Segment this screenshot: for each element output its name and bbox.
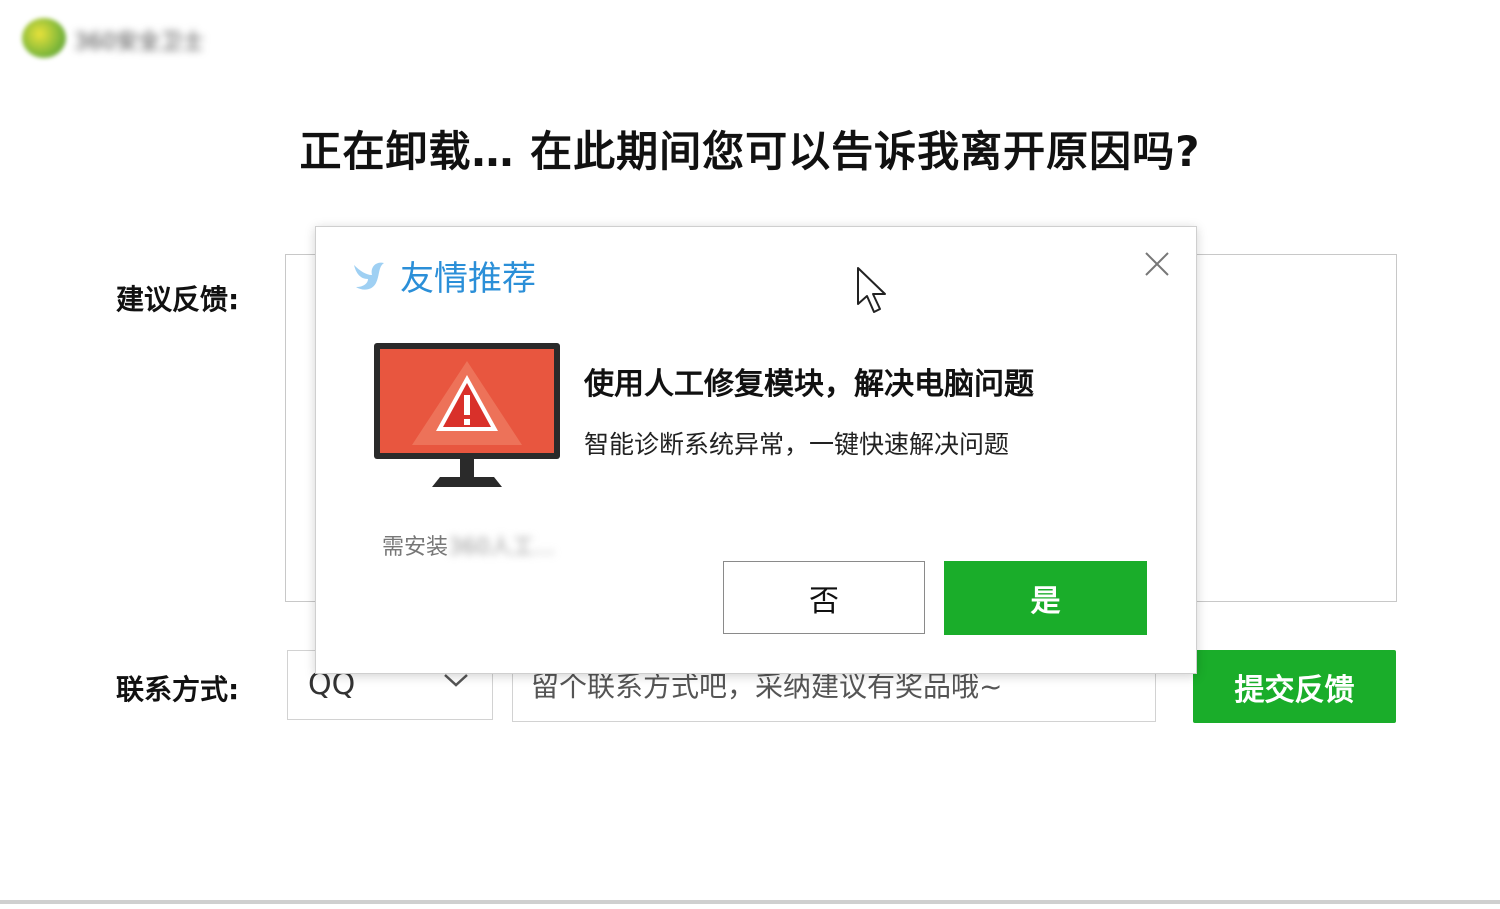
recommend-dialog: 友情推荐 使用人工修复模块，解决电脑问题 智能诊断系统异常，一键快速解决问题 需… xyxy=(315,226,1197,674)
warning-monitor-icon xyxy=(374,343,560,487)
submit-feedback-button[interactable]: 提交反馈 xyxy=(1193,650,1396,723)
no-button[interactable]: 否 xyxy=(723,561,925,634)
page-headline: 正在卸载… 在此期间您可以告诉我离开原因吗? xyxy=(299,127,1201,176)
dialog-title: 友情推荐 xyxy=(400,259,536,299)
close-icon[interactable] xyxy=(1140,247,1174,281)
yes-button[interactable]: 是 xyxy=(944,561,1147,635)
app-title: 360安全卫士 xyxy=(74,30,204,55)
install-note: 需安装360人工... xyxy=(382,529,555,561)
mouse-cursor-icon xyxy=(857,267,886,313)
install-note-blurred: 360人工... xyxy=(448,535,555,560)
brand-bird-icon xyxy=(354,262,384,290)
bottom-divider xyxy=(0,900,1500,904)
dialog-headline: 使用人工修复模块，解决电脑问题 xyxy=(584,367,1034,402)
suggest-feedback-label: 建议反馈: xyxy=(116,283,240,316)
install-note-prefix: 需安装 xyxy=(382,535,449,560)
dialog-subline: 智能诊断系统异常，一键快速解决问题 xyxy=(584,430,1010,459)
app-logo xyxy=(22,18,66,58)
contact-method-label: 联系方式: xyxy=(116,673,240,706)
